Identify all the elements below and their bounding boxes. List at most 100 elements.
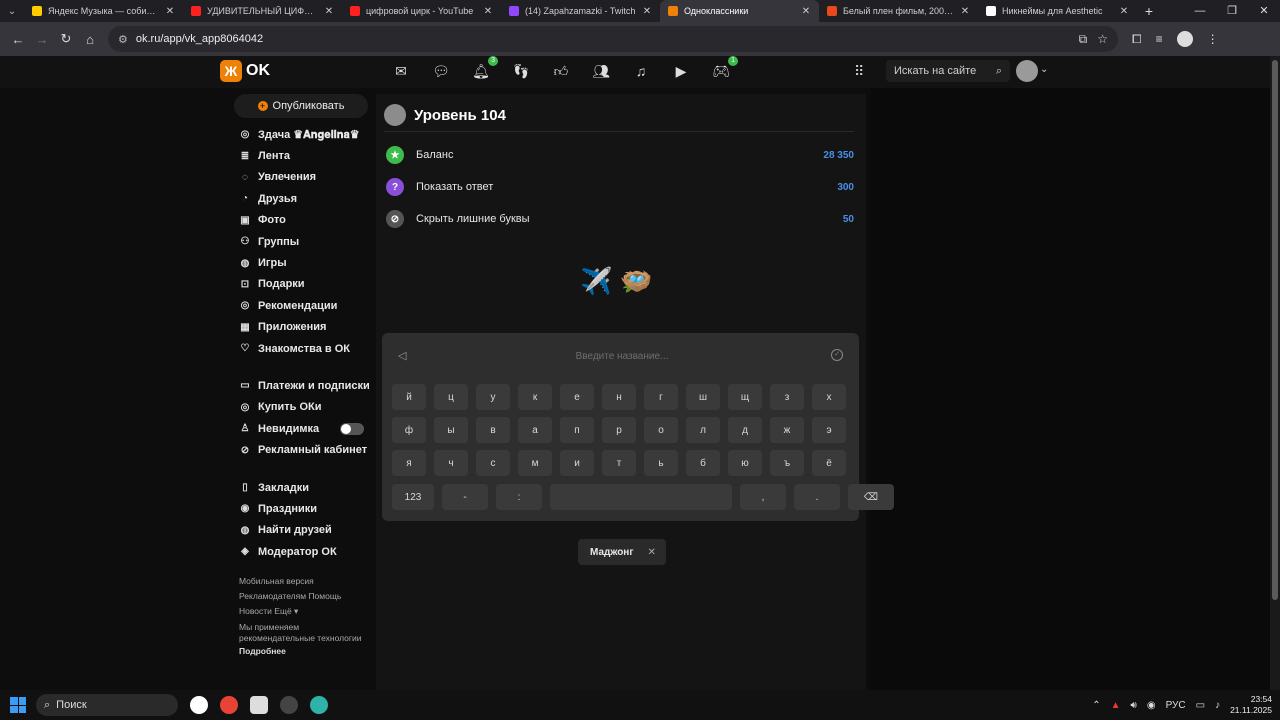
check-icon[interactable]: ✓ <box>831 349 843 361</box>
sidebar-item-main-6[interactable]: ⊡ Подарки <box>234 274 374 295</box>
help-link[interactable]: Помощь <box>308 591 341 601</box>
publish-button[interactable]: + Опубликовать <box>234 94 368 118</box>
browser-tab[interactable]: Никнеймы для Aesthetic ✕ <box>978 0 1137 22</box>
minimize-button[interactable]: — <box>1184 0 1216 22</box>
guests-icon[interactable]: 👣︎ <box>512 62 530 80</box>
letter-key[interactable]: э <box>812 417 846 443</box>
sidebar-item-main-0[interactable]: ≣ Лента <box>234 145 374 166</box>
app-icon[interactable] <box>250 696 268 714</box>
bonus-row[interactable]: ? Показать ответ 300 <box>386 176 854 198</box>
yandex-browser-icon[interactable] <box>190 696 208 714</box>
install-app-icon[interactable]: ⧉ <box>1079 32 1088 47</box>
tab-close-icon[interactable]: ✕ <box>642 6 652 17</box>
bonus-row[interactable]: ⊘ Скрыть лишние буквы 50 <box>386 208 854 230</box>
tab-search-menu[interactable]: ⌄ <box>0 0 24 22</box>
forward-button[interactable]: → <box>30 27 54 51</box>
letter-key[interactable]: о <box>644 417 678 443</box>
letter-key[interactable]: м <box>518 450 552 476</box>
letter-key[interactable]: з <box>770 384 804 410</box>
tab-close-icon[interactable]: ✕ <box>324 6 334 17</box>
letter-key[interactable]: г <box>644 384 678 410</box>
home-button[interactable]: ⌂ <box>78 27 102 51</box>
dash-key[interactable]: - <box>442 484 488 510</box>
mobile-version-link[interactable]: Мобильная версия <box>239 576 314 586</box>
site-search-field[interactable]: Искать на сайте ⌕ <box>886 60 1010 82</box>
advertisers-link[interactable]: Рекламодателям <box>239 591 306 601</box>
apps-grid-icon[interactable]: ⠿ <box>854 63 870 79</box>
games-icon[interactable]: 🎮︎ 1 <box>712 56 738 80</box>
sidebar-item-main-5[interactable]: ◍ Игры <box>234 252 374 273</box>
sidebar-item-main-2[interactable]: ◔ Друзья <box>234 188 374 209</box>
letter-key[interactable]: е <box>560 384 594 410</box>
letter-key[interactable]: ж <box>770 417 804 443</box>
browser-tab[interactable]: (14) Zapahzamazki - Twitch ✕ <box>501 0 660 22</box>
comma-key[interactable]: , <box>740 484 786 510</box>
back-button[interactable]: ← <box>6 27 30 51</box>
sidebar-item-extra-1[interactable]: ◉ Праздники <box>234 498 374 519</box>
letter-key[interactable]: у <box>476 384 510 410</box>
tab-close-icon[interactable]: ✕ <box>960 6 970 17</box>
volume-icon[interactable]: 🔊︎ <box>1131 700 1137 711</box>
letter-key[interactable]: т <box>602 450 636 476</box>
tab-close-icon[interactable]: ✕ <box>483 6 493 17</box>
close-window-button[interactable]: ✕ <box>1248 0 1280 22</box>
extensions-icon[interactable]: ⧠ <box>1132 32 1142 47</box>
music-icon[interactable]: ♫ <box>632 62 650 80</box>
bonus-row[interactable]: ★ Баланс 28 350 <box>386 144 854 166</box>
bookmark-star-icon[interactable]: ☆ <box>1097 32 1108 47</box>
scrollbar-thumb[interactable] <box>1272 60 1278 600</box>
sidebar-item-main-9[interactable]: ♡ Знакомства в ОК <box>234 338 374 359</box>
windows-start-icon[interactable] <box>10 697 26 713</box>
game-chip[interactable]: Маджонг ✕ <box>578 539 666 565</box>
tab-close-icon[interactable]: ✕ <box>165 6 175 17</box>
tab-close-icon[interactable]: ✕ <box>801 6 811 17</box>
maximize-button[interactable]: ❐ <box>1216 0 1248 22</box>
letter-key[interactable]: ъ <box>770 450 804 476</box>
taskbar-search[interactable]: ⌕ Поиск <box>36 694 178 716</box>
events-icon[interactable]: 👍︎ <box>552 62 570 80</box>
network-icon[interactable]: ◉ <box>1147 700 1156 711</box>
speaker-icon[interactable]: ♪ <box>1215 700 1220 711</box>
warning-icon[interactable]: ▲ <box>1111 700 1121 711</box>
notifications-icon[interactable]: 🔔︎ 3 <box>472 56 498 80</box>
letter-key[interactable]: н <box>602 384 636 410</box>
letter-key[interactable]: и <box>560 450 594 476</box>
sidebar-item-settings-2[interactable]: ♙ Невидимка <box>234 418 374 439</box>
friends-icon[interactable]: 👥︎ <box>592 62 610 80</box>
sidebar-item-profile[interactable]: ◎ Здача ♛𝐀𝐧𝐠𝐞𝐥𝐢𝐧𝐚♛ <box>234 124 374 145</box>
clock[interactable]: 23:54 21.11.2025 <box>1230 694 1272 716</box>
letter-key[interactable]: й <box>392 384 426 410</box>
chrome-icon[interactable] <box>220 696 238 714</box>
sidebar-item-settings-1[interactable]: ◎ Купить ОКи <box>234 397 374 418</box>
sidebar-item-extra-0[interactable]: ▯ Закладки <box>234 477 374 498</box>
letter-key[interactable]: б <box>686 450 720 476</box>
language-indicator[interactable]: РУС <box>1166 700 1186 711</box>
backspace-key[interactable]: ⌫ <box>848 484 894 510</box>
space-key[interactable] <box>550 484 732 510</box>
letter-key[interactable]: ц <box>434 384 468 410</box>
more-link[interactable]: Ещё ▾ <box>274 606 298 616</box>
search-icon[interactable]: ⌕ <box>996 65 1002 78</box>
sidebar-item-main-1[interactable]: ◌ Увлечения <box>234 167 374 188</box>
letter-key[interactable]: ё <box>812 450 846 476</box>
browser-tab[interactable]: Яндекс Музыка — собир… ✕ <box>24 0 183 22</box>
close-icon[interactable]: ✕ <box>648 547 656 558</box>
numbers-key[interactable]: 123 <box>392 484 434 510</box>
letter-key[interactable]: к <box>518 384 552 410</box>
letter-key[interactable]: с <box>476 450 510 476</box>
browser-tab[interactable]: цифровой цирк - YouTube ✕ <box>342 0 501 22</box>
steam-icon[interactable] <box>280 696 298 714</box>
profile-avatar[interactable] <box>1176 31 1193 47</box>
tab-close-icon[interactable]: ✕ <box>1119 6 1129 17</box>
letter-key[interactable]: ы <box>434 417 468 443</box>
answer-input[interactable] <box>422 345 822 367</box>
letter-key[interactable]: ш <box>686 384 720 410</box>
media-control-icon[interactable]: ≡ <box>1156 32 1163 46</box>
sidebar-item-settings-0[interactable]: ▭ Платежи и подписки <box>234 375 374 396</box>
messages-icon[interactable]: ✉ <box>392 62 410 80</box>
ok-logo[interactable]: Ж OK <box>220 60 270 82</box>
letter-key[interactable]: ф <box>392 417 426 443</box>
display-icon[interactable]: ▭ <box>1196 700 1205 711</box>
browser-tab[interactable]: УДИВИТЕЛЬНЫЙ ЦИФРОВОЙ ✕ <box>183 0 342 22</box>
sidebar-item-main-8[interactable]: ▦ Приложения <box>234 317 374 338</box>
